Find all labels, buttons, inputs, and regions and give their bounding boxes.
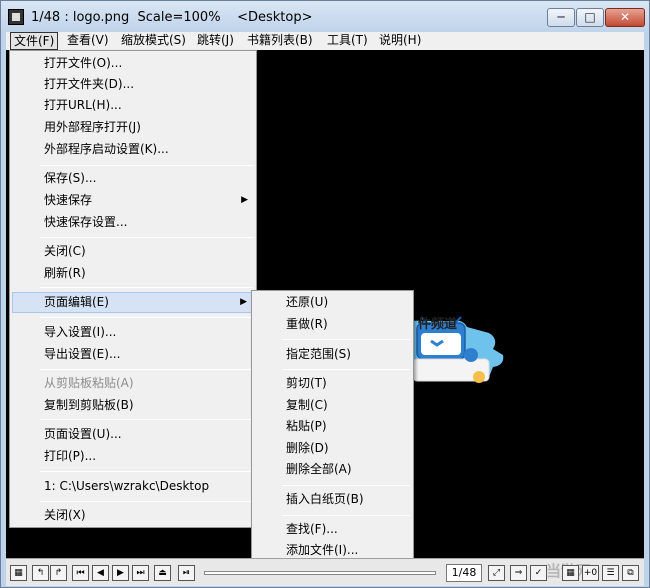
menu-separator [40, 287, 253, 288]
list-icon[interactable]: ☰ [602, 565, 619, 581]
minimize-icon: ─ [557, 10, 565, 24]
direction-icon[interactable]: ⇒ [510, 565, 527, 581]
menu-item-copy[interactable]: 复制(C) [254, 395, 411, 416]
menu-book-list[interactable]: 书籍列表(B) [244, 32, 316, 50]
menu-separator [40, 237, 253, 238]
menu-item-exit[interactable]: 关闭(X) [12, 505, 254, 526]
menu-item-open-external[interactable]: 用外部程序打开(J) [12, 117, 254, 138]
menu-item-label: 快速保存 [44, 193, 93, 207]
menu-separator [282, 515, 410, 516]
close-icon: ✕ [619, 10, 631, 24]
menu-item-page-edit[interactable]: 页面编辑(E) ▶ [12, 292, 254, 313]
submenu-arrow-icon: ▶ [240, 297, 247, 307]
window-title: 1/48 : logo.png Scale=100% <Desktop> [31, 10, 313, 25]
menu-help[interactable]: 说明(H) [376, 32, 424, 50]
logo-text: 件频道 [418, 317, 458, 332]
menu-separator [40, 317, 253, 318]
menu-item-external-settings[interactable]: 外部程序启动设置(K)... [12, 139, 254, 160]
menu-item-open-file[interactable]: 打开文件(O)... [12, 53, 254, 74]
menu-item-cut[interactable]: 剪切(T) [254, 373, 411, 394]
menu-item-paste-from-clipboard: 从剪贴板粘贴(A) [44, 376, 134, 390]
menu-separator [40, 471, 253, 472]
menu-item-find[interactable]: 查找(F)... [254, 519, 411, 540]
menu-separator [282, 369, 410, 370]
menu-item-quick-save-settings[interactable]: 快速保存设置... [12, 212, 254, 233]
first-page-icon[interactable]: ⏮ [72, 565, 89, 581]
menu-item-print[interactable]: 打印(P)... [12, 446, 254, 467]
rotate-right-icon[interactable]: ↱ [50, 565, 67, 581]
menu-item-paste[interactable]: 粘贴(P) [254, 416, 411, 437]
menu-item-select-range[interactable]: 指定范围(S) [254, 344, 411, 365]
submenu-arrow-icon: ▶ [241, 195, 248, 205]
menu-item-page-setup[interactable]: 页面设置(U)... [12, 424, 254, 445]
maximize-button[interactable]: □ [576, 8, 604, 27]
keyboard-icon[interactable]: ▦ [10, 565, 27, 581]
menu-item-delete[interactable]: 删除(D) [254, 438, 411, 459]
play-icon[interactable]: ⏯ [178, 565, 195, 581]
previous-page-icon[interactable]: ◀ [92, 565, 109, 581]
close-button[interactable]: ✕ [605, 8, 645, 27]
check-icon[interactable]: ✓ [530, 565, 547, 581]
minimize-button[interactable]: ─ [547, 8, 575, 27]
menu-separator [40, 165, 253, 166]
menu-item-save[interactable]: 保存(S)... [12, 168, 254, 189]
menu-item-open-folder[interactable]: 打开文件夹(D)... [12, 74, 254, 95]
title-bar[interactable]: 1/48 : logo.png Scale=100% <Desktop> ─ □… [1, 1, 649, 33]
last-page-icon[interactable]: ⏭ [132, 565, 149, 581]
menu-item-label: 页面编辑(E) [44, 295, 109, 309]
next-page-icon[interactable]: ▶ [112, 565, 129, 581]
menu-item-close[interactable]: 关闭(C) [12, 241, 254, 262]
menu-item-redo[interactable]: 重做(R) [254, 314, 411, 335]
menu-item-copy-to-clipboard[interactable]: 复制到剪贴板(B) [12, 395, 254, 416]
menu-item-import-settings[interactable]: 导入设置(I)... [12, 322, 254, 343]
menu-item-open-url[interactable]: 打开URL(H)... [12, 95, 254, 116]
menu-item-export-settings[interactable]: 导出设置(E)... [12, 344, 254, 365]
menu-item-insert-blank-page[interactable]: 插入白纸页(B) [254, 489, 411, 510]
menu-separator [282, 339, 410, 340]
app-icon [8, 9, 24, 25]
app-window: 1/48 : logo.png Scale=100% <Desktop> ─ □… [0, 0, 650, 588]
menu-separator [40, 501, 253, 502]
page-slider[interactable] [204, 571, 436, 575]
page-counter: 1/48 [446, 564, 482, 582]
bottom-toolbar: ▦ ↰ ↱ ⏮ ◀ ▶ ⏭ ⏏ ⏯ 1/48 当游网 ⤢ ⇒ ✓ ▦ +0 ☰ … [6, 558, 644, 586]
fullscreen-icon[interactable]: ⧉ [622, 565, 639, 581]
menu-tools[interactable]: 工具(T) [324, 32, 371, 50]
page-edit-submenu: 还原(U) 重做(R) 指定范围(S) 剪切(T) 复制(C) 粘贴(P) 删除… [251, 290, 414, 564]
menu-item-recent-1[interactable]: 1: C:\Users\wzrakc\Desktop [12, 476, 254, 497]
fit-page-icon[interactable]: ⤢ [488, 565, 505, 581]
menu-item-quick-save[interactable]: 快速保存 ▶ [12, 190, 254, 211]
menu-jump[interactable]: 跳转(J) [194, 32, 237, 50]
menu-zoom-mode[interactable]: 缩放模式(S) [118, 32, 189, 50]
menu-bar: 文件(F) 查看(V) 缩放模式(S) 跳转(J) 书籍列表(B) 工具(T) … [6, 32, 644, 50]
maximize-icon: □ [584, 10, 596, 24]
menu-item-undo[interactable]: 还原(U) [254, 292, 411, 313]
menu-separator [40, 419, 253, 420]
menu-separator [40, 369, 253, 370]
menu-item-delete-all[interactable]: 删除全部(A) [254, 459, 411, 480]
eject-icon[interactable]: ⏏ [154, 565, 171, 581]
file-menu-dropdown: 打开文件(O)... 打开文件夹(D)... 打开URL(H)... 用外部程序… [9, 50, 257, 528]
menu-separator [282, 485, 410, 486]
rotate-left-icon[interactable]: ↰ [32, 565, 49, 581]
menu-view[interactable]: 查看(V) [64, 32, 112, 50]
grid-icon[interactable]: ▦ [562, 565, 579, 581]
offset-icon[interactable]: +0 [582, 565, 599, 581]
menu-file[interactable]: 文件(F) [10, 32, 59, 50]
menu-item-refresh[interactable]: 刷新(R) [12, 263, 254, 284]
